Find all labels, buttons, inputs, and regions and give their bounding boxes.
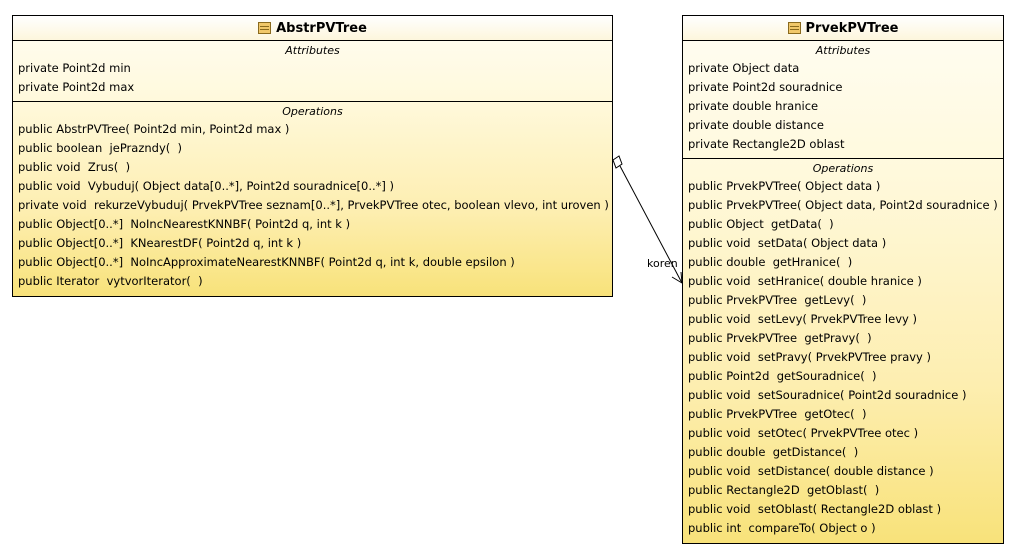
association-connector[interactable]	[0, 0, 1009, 544]
role-label: koren	[647, 257, 678, 270]
